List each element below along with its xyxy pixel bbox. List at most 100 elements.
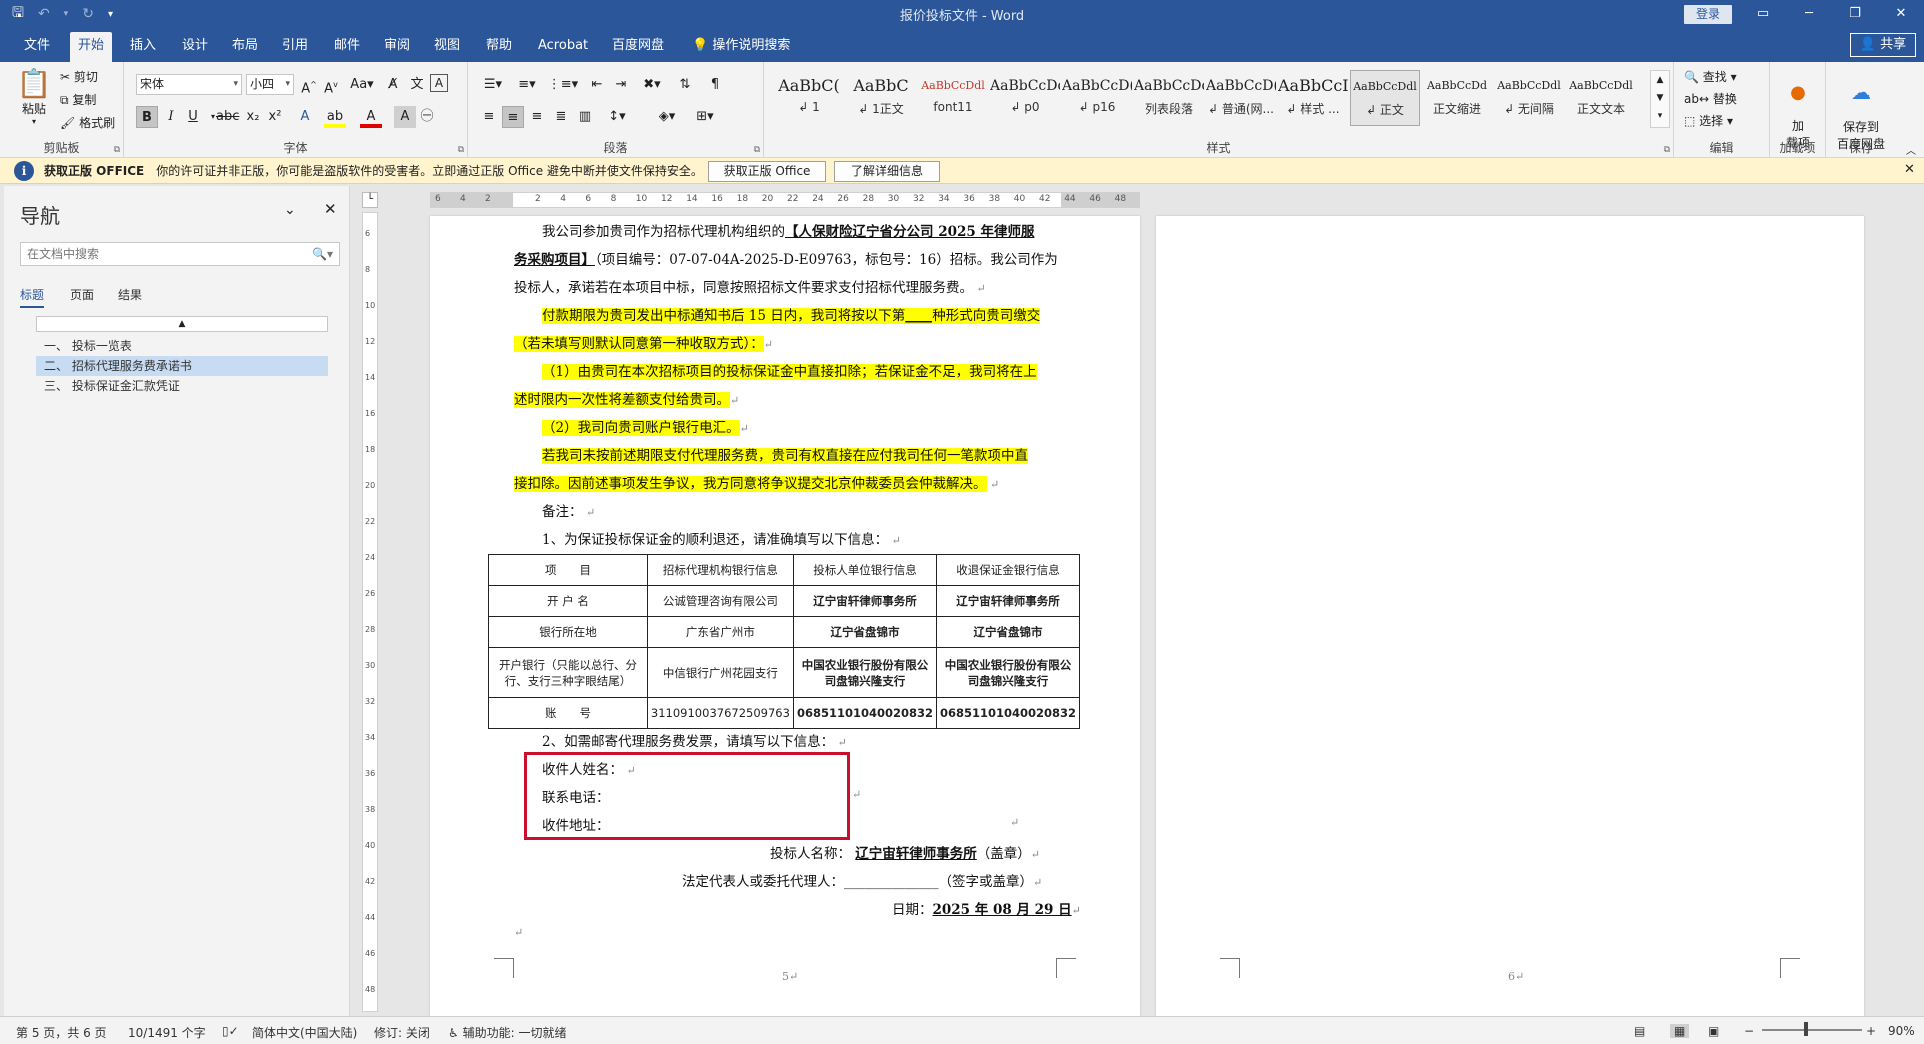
table-cell[interactable]: 中国农业银行股份有限公司盘锦兴隆支行 [792, 647, 937, 698]
table-cell[interactable]: 投标人单位银行信息 [792, 554, 937, 586]
proofing-icon[interactable]: ▯✓ [222, 1024, 239, 1038]
style-gallery-item[interactable]: AaBbCcDdl ↲ 正文 [1350, 70, 1420, 126]
highlight-color-icon[interactable]: ab [324, 106, 346, 128]
style-gallery-item[interactable]: AaBbCcDd 列表段落 [1134, 70, 1204, 126]
tab-review[interactable]: 审阅 [376, 32, 418, 62]
zoom-level[interactable]: 90% [1888, 1024, 1915, 1038]
copy-button[interactable]: ⧉ 复制 [60, 91, 96, 108]
style-gallery-item[interactable]: AaBbCcDdl 正文文本 [1566, 70, 1636, 126]
tab-acrobat[interactable]: Acrobat [530, 32, 596, 62]
close-icon[interactable]: ✕ [1904, 162, 1915, 177]
table-cell[interactable]: 广东省广州市 [646, 616, 794, 648]
shrink-font-icon[interactable]: Av [320, 74, 342, 96]
styles-scroll[interactable]: ▲ ▼ ▾ [1650, 70, 1670, 128]
tab-references[interactable]: 引用 [274, 32, 316, 62]
decrease-indent-icon[interactable]: ⇤ [586, 74, 608, 96]
accessibility-status[interactable]: ♿ 辅助功能: 一切就绪 [448, 1024, 566, 1041]
style-gallery-item[interactable]: AaBbCcI ↲ 样式 ... [1278, 70, 1348, 126]
shading-icon[interactable]: ◈▾ [652, 106, 682, 128]
table-cell[interactable]: 辽宁省盘锦市 [935, 616, 1081, 648]
character-border-icon[interactable]: A [430, 74, 448, 92]
ribbon-display-icon[interactable]: ▭ [1740, 0, 1786, 28]
tab-baidu-netdisk[interactable]: 百度网盘 [604, 32, 672, 62]
clear-formatting-icon[interactable]: A̸ [382, 74, 404, 96]
table-cell[interactable]: 开户银行（只能以总行、分行、支行三种字眼结尾） [488, 647, 648, 698]
font-name-combo[interactable]: 宋体 ▾ [136, 74, 242, 95]
table-cell[interactable]: 06851101040020832 [792, 697, 937, 729]
print-layout-icon[interactable]: ▦ [1670, 1024, 1690, 1038]
select-button[interactable]: ⬚ 选择 ▾ [1684, 112, 1733, 129]
italic-icon[interactable]: I [160, 106, 182, 128]
borders-icon[interactable]: ⊞▾ [690, 106, 720, 128]
phonetic-guide-icon[interactable]: 文 [406, 74, 428, 96]
style-gallery-item[interactable]: AaBbC ↲ 1正文 [846, 70, 916, 126]
dialog-launcher-icon[interactable]: ⧉ [754, 145, 760, 155]
bold-icon[interactable]: B [136, 106, 158, 128]
table-cell[interactable]: 辽宁省盘锦市 [792, 616, 937, 648]
style-gallery-item[interactable]: AaBbCcD(↲ p16 [1062, 70, 1132, 126]
multilevel-list-icon[interactable]: ⋮≡▾ [546, 74, 580, 96]
save-icon[interactable]: 🖫 [12, 2, 24, 26]
align-center-icon[interactable]: ≡ [502, 106, 524, 128]
tab-layout[interactable]: 布局 [224, 32, 266, 62]
table-cell[interactable]: 辽宁宙轩律师事务所 [935, 585, 1081, 617]
table-cell[interactable]: 招标代理机构银行信息 [646, 554, 794, 586]
align-right-icon[interactable]: ≡ [526, 106, 548, 128]
restore-icon[interactable]: ❐ [1832, 0, 1878, 28]
tell-me-search[interactable]: 💡 操作说明搜索 [684, 32, 798, 62]
undo-dropdown-icon[interactable]: ▾ [64, 9, 69, 19]
nav-heading-item[interactable]: 二、 招标代理服务费承诺书 [36, 356, 328, 376]
subscript-icon[interactable]: x₂ [242, 106, 264, 128]
font-size-combo[interactable]: 小四 ▾ [246, 74, 294, 95]
table-cell[interactable]: 辽宁宙轩律师事务所 [792, 585, 937, 617]
show-marks-icon[interactable]: ¶ [704, 74, 726, 96]
font-color-icon[interactable]: A [360, 106, 382, 128]
style-gallery-item[interactable]: AaBbCcDdl ↲ 无间隔 [1494, 70, 1564, 126]
language[interactable]: 简体中文(中国大陆) [252, 1024, 357, 1041]
horizontal-ruler[interactable]: 6 4 2 2 4 6 8 10 12 14 16 18 20 22 24 26 28 30 32 34 36 38 40 4… [430, 192, 1140, 208]
read-mode-icon[interactable]: ▤ [1634, 1024, 1645, 1038]
undo-icon[interactable]: ↶ [38, 6, 50, 22]
tab-file[interactable]: 文件 [16, 32, 58, 62]
search-icon[interactable]: 🔍▾ [312, 243, 333, 265]
distributed-icon[interactable]: ▥ [574, 106, 596, 128]
dialog-launcher-icon[interactable]: ⧉ [458, 145, 464, 155]
table-cell[interactable]: 账 号 [488, 697, 648, 729]
table-cell[interactable]: 开 户 名 [488, 585, 648, 617]
zoom-slider[interactable] [1762, 1029, 1862, 1031]
character-shading-icon[interactable]: A [394, 106, 416, 128]
dialog-launcher-icon[interactable]: ⧉ [114, 145, 120, 155]
table-cell[interactable]: 项 目 [488, 554, 648, 586]
zoom-slider-thumb[interactable] [1804, 1022, 1808, 1036]
table-cell[interactable]: 公诚管理咨询有限公司 [646, 585, 794, 617]
table-cell[interactable]: 中国农业银行股份有限公司盘锦兴隆支行 [935, 647, 1081, 698]
customize-icon[interactable]: ▾ [108, 9, 113, 20]
find-button[interactable]: 🔍 查找 ▾ [1684, 68, 1737, 85]
tab-insert[interactable]: 插入 [122, 32, 164, 62]
chinese-layout-icon[interactable]: ✖▾ [636, 74, 668, 96]
sort-icon[interactable]: ⇅ [674, 74, 696, 96]
tab-help[interactable]: 帮助 [478, 32, 520, 62]
learn-more-button[interactable]: 了解详细信息 [834, 161, 940, 182]
nav-heading-item[interactable]: 一、 投标一览表 [36, 336, 328, 356]
collapse-ribbon-icon[interactable]: ︿ [1906, 142, 1916, 157]
style-gallery-item[interactable]: AaBbCcD(↲ 普通(网... [1206, 70, 1276, 126]
zoom-in-icon[interactable]: + [1866, 1024, 1876, 1038]
share-button[interactable]: 👤 共享 [1850, 33, 1916, 57]
document-page-6[interactable] [1156, 216, 1864, 1016]
tab-selector[interactable]: └ [362, 192, 378, 208]
page-count[interactable]: 第 5 页，共 6 页 [16, 1024, 107, 1041]
nav-tab-pages[interactable]: 页面 [70, 286, 94, 303]
increase-indent-icon[interactable]: ⇥ [610, 74, 632, 96]
underline-icon[interactable]: U [182, 106, 204, 128]
table-cell[interactable]: 3110910037672509763 [646, 697, 794, 729]
strikethrough-icon[interactable]: abc [216, 106, 239, 128]
word-count[interactable]: 10/1491 个字 [128, 1024, 206, 1041]
line-spacing-icon[interactable]: ↕▾ [602, 106, 632, 128]
close-icon[interactable]: ✕ [324, 200, 337, 218]
style-gallery-item[interactable]: AaBbC(↲ 1 [774, 70, 844, 126]
tab-mailings[interactable]: 邮件 [326, 32, 368, 62]
table-cell[interactable]: 银行所在地 [488, 616, 648, 648]
zoom-out-icon[interactable]: − [1744, 1024, 1754, 1038]
collapse-all-icon[interactable]: ▲ [36, 316, 328, 332]
